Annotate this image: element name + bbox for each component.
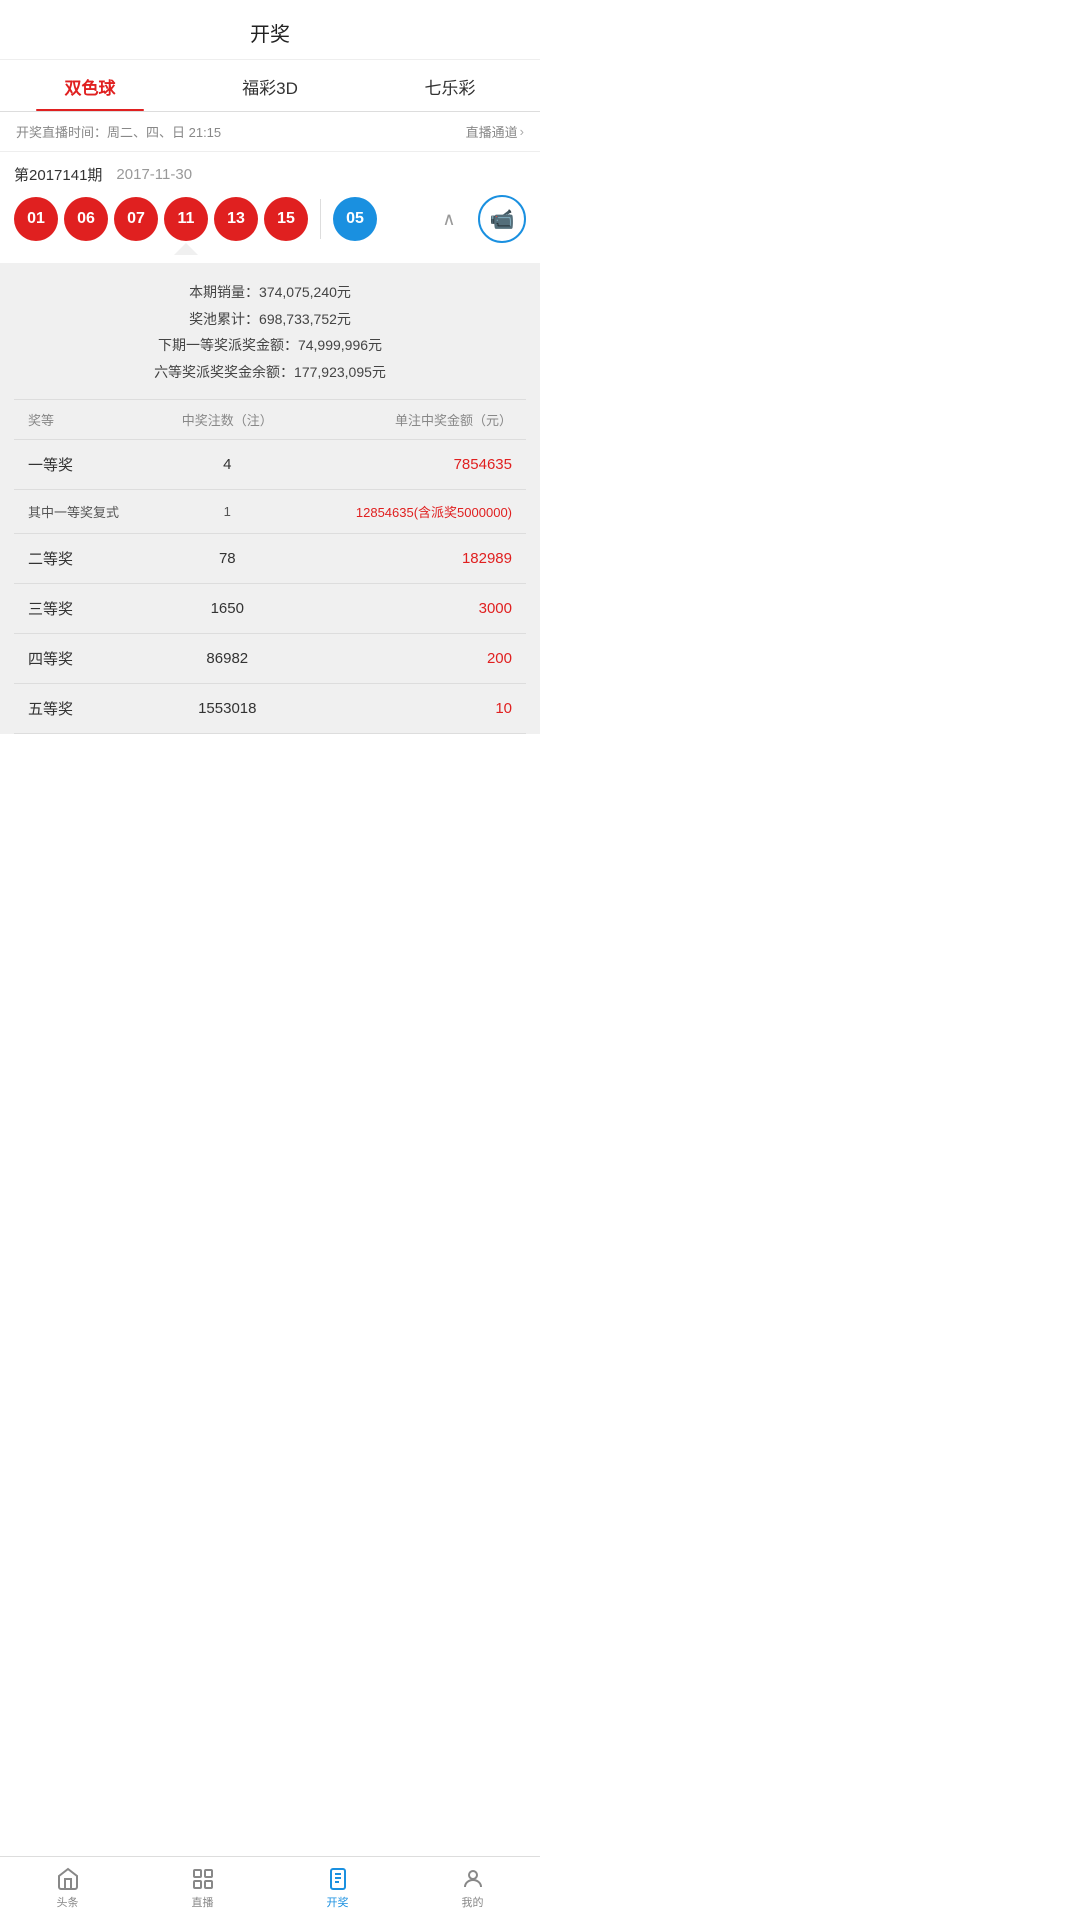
broadcast-link[interactable]: 直播通道 › [466,122,524,141]
table-row: 一等奖 4 7854635 [14,440,526,490]
col-level: 奖等 [14,400,160,440]
draw-actions: ∧ 📹 [432,195,526,243]
nav-item-live[interactable]: 直播 [135,1857,270,1920]
stat-sixth-remain: 六等奖派奖奖金余额：177,923,095元 [14,359,526,386]
red-ball-1: 01 [14,197,58,241]
prize-amount: 182989 [295,534,526,584]
red-ball-5: 13 [214,197,258,241]
prize-amount: 7854635 [295,440,526,490]
stat-sales: 本期销量：374,075,240元 [14,279,526,306]
draw-numbers-row: 01 06 07 11 13 15 05 ∧ 📹 [14,195,526,243]
prize-count: 4 [160,440,295,490]
prize-amount: 200 [295,634,526,684]
prize-level: 二等奖 [14,534,160,584]
prize-count: 1 [160,490,295,534]
prize-amount: 10 [295,684,526,734]
tabs-bar: 双色球 福彩3D 七乐彩 [0,60,540,112]
tab-shuangseqiu[interactable]: 双色球 [0,60,180,111]
broadcast-bar: 开奖直播时间：周二、四、日 21:15 直播通道 › [0,112,540,152]
bottom-nav: 头条 直播 开奖 我的 [0,1856,540,1920]
prize-amount: 3000 [295,584,526,634]
stat-next-first: 下期一等奖派奖金额：74,999,996元 [14,332,526,359]
prize-count: 78 [160,534,295,584]
nav-item-lottery[interactable]: 开奖 [270,1857,405,1920]
user-icon [461,1867,485,1891]
table-row: 其中一等奖复式 1 12854635(含派奖5000000) [14,490,526,534]
ball-divider [320,199,321,239]
table-row: 三等奖 1650 3000 [14,584,526,634]
collapse-button[interactable]: ∧ [432,202,466,236]
nav-label-headlines: 头条 [57,1894,79,1910]
red-balls-group: 01 06 07 11 13 15 [14,197,308,241]
nav-item-mine[interactable]: 我的 [405,1857,540,1920]
video-camera-icon: 📹 [490,207,515,232]
tab-qilecai[interactable]: 七乐彩 [360,60,540,111]
prize-count: 1553018 [160,684,295,734]
issue-date: 2017-11-30 [116,166,192,183]
lottery-icon [326,1867,350,1891]
nav-label-mine: 我的 [462,1894,484,1910]
table-row: 四等奖 86982 200 [14,634,526,684]
prize-table-header: 奖等 中奖注数（注） 单注中奖金额（元） [14,400,526,440]
blue-ball: 05 [333,197,377,241]
broadcast-time: 开奖直播时间：周二、四、日 21:15 [16,122,221,141]
prize-level: 五等奖 [14,684,160,734]
stat-pool: 奖池累计：698,733,752元 [14,306,526,333]
red-ball-4: 11 [164,197,208,241]
draw-issue: 第2017141期 2017-11-30 [14,164,526,185]
detail-panel: 本期销量：374,075,240元 奖池累计：698,733,752元 下期一等… [0,263,540,734]
chevron-up-icon: ∧ [442,209,455,230]
table-row: 二等奖 78 182989 [14,534,526,584]
main-content: 开奖 双色球 福彩3D 七乐彩 开奖直播时间：周二、四、日 21:15 直播通道… [0,0,540,804]
prize-amount: 12854635(含派奖5000000) [295,490,526,534]
home-icon [56,1867,80,1891]
table-row: 五等奖 1553018 10 [14,684,526,734]
video-button[interactable]: 📹 [478,195,526,243]
page-title: 开奖 [0,0,540,60]
issue-number: 第2017141期 [14,164,102,185]
red-ball-6: 15 [264,197,308,241]
prize-level: 三等奖 [14,584,160,634]
red-ball-2: 06 [64,197,108,241]
prize-table: 奖等 中奖注数（注） 单注中奖金额（元） 一等奖 4 7854635 其中一等奖… [14,400,526,734]
nav-label-live: 直播 [192,1894,214,1910]
expand-triangle [174,243,198,255]
nav-label-lottery: 开奖 [327,1894,349,1910]
red-ball-3: 07 [114,197,158,241]
tab-fucai3d[interactable]: 福彩3D [180,60,360,111]
stats-block: 本期销量：374,075,240元 奖池累计：698,733,752元 下期一等… [14,279,526,400]
col-amount: 单注中奖金额（元） [295,400,526,440]
nav-item-headlines[interactable]: 头条 [0,1857,135,1920]
prize-level: 四等奖 [14,634,160,684]
draw-section: 第2017141期 2017-11-30 01 06 07 11 13 15 0… [0,152,540,243]
col-count: 中奖注数（注） [160,400,295,440]
prize-count: 1650 [160,584,295,634]
prize-count: 86982 [160,634,295,684]
prize-level: 一等奖 [14,440,160,490]
chevron-right-icon: › [520,124,524,139]
prize-level: 其中一等奖复式 [14,490,160,534]
live-icon [191,1867,215,1891]
